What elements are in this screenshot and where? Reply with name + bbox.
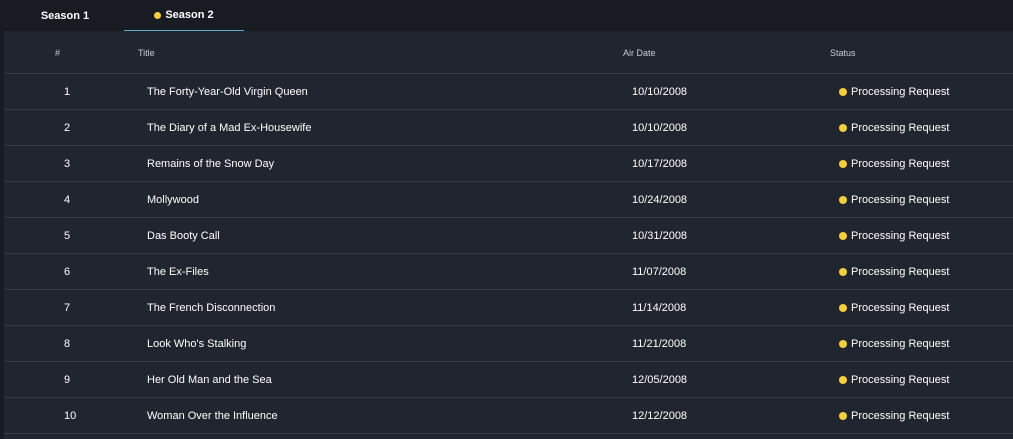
episode-number: 5 (64, 230, 71, 242)
episode-title: The French Disconnection (147, 302, 276, 314)
episodes-view: Season 1 Season 2 # Title Air Date Statu… (0, 0, 1013, 439)
episode-number: 7 (64, 302, 71, 314)
tab-season-2[interactable]: Season 2 (124, 0, 244, 31)
episode-air-date: 10/10/2008 (632, 122, 688, 134)
tab-label: Season 1 (40, 9, 90, 22)
column-header-status: Status (830, 48, 856, 58)
status-dot-icon (839, 124, 847, 132)
status-text: Processing Request (851, 302, 950, 314)
episode-title: The Ex-Files (147, 266, 209, 278)
status-dot-icon (839, 268, 847, 276)
episode-number: 10 (64, 410, 77, 422)
table-row[interactable]: 7 The French Disconnection 11/14/2008 Proce… (4, 290, 1013, 326)
table-row[interactable]: 1 The Forty-Year-Old Virgin Queen 10/10/20… (4, 74, 1013, 110)
episode-number: 2 (64, 122, 71, 134)
episode-number: 9 (64, 374, 71, 386)
table-row[interactable]: 2 The Diary of a Mad Ex-Housewife 10/10/20… (4, 110, 1013, 146)
episode-status: Processing Request (839, 362, 949, 398)
status-dot-icon (154, 11, 162, 19)
table-row[interactable]: 6 The Ex-Files 11/07/2008 Processing Reques… (4, 254, 1013, 290)
episode-air-date: 10/31/2008 (632, 230, 688, 242)
status-dot-icon (839, 232, 847, 240)
status-dot-icon (839, 376, 847, 384)
status-text: Processing Request (851, 86, 950, 98)
status-text: Processing Request (851, 374, 950, 386)
table-header: # Title Air Date Status (4, 31, 1013, 74)
status-text: Processing Request (851, 158, 950, 170)
episode-status: Processing Request (839, 326, 949, 362)
season-tabs: Season 1 Season 2 (0, 0, 1013, 31)
episode-title: Her Old Man and the Sea (147, 374, 272, 386)
episode-number: 6 (64, 266, 71, 278)
episode-number: 1 (64, 86, 71, 98)
episode-title: Remains of the Snow Day (147, 158, 275, 170)
episode-air-date: 11/21/2008 (632, 338, 687, 350)
episode-number: 4 (64, 194, 71, 206)
column-header-air-date: Air Date (623, 48, 656, 58)
status-text: Processing Request (851, 338, 950, 350)
episodes-table: # Title Air Date Status 1 The Forty-Year-… (4, 31, 1013, 439)
episode-air-date: 10/10/2008 (632, 86, 688, 98)
episode-status: Processing Request (839, 146, 949, 182)
status-dot-icon (839, 160, 847, 168)
status-text: Processing Request (851, 410, 950, 422)
episode-air-date: 11/14/2008 (632, 302, 687, 314)
column-header-number: # (55, 48, 61, 58)
status-text: Processing Request (851, 230, 950, 242)
table-row[interactable]: 8 Look Who's Stalking 11/21/2008 Processing… (4, 326, 1013, 362)
table-row[interactable]: 4 Mollywood 10/24/2008 Processing Request (4, 182, 1013, 218)
episode-status: Processing Request (839, 74, 949, 110)
episode-air-date: 12/05/2008 (632, 374, 688, 386)
table-row[interactable]: 10 Woman Over the Influence 12/12/2008 Proc… (4, 398, 1013, 434)
episode-status: Processing Request (839, 254, 949, 290)
episode-air-date: 10/24/2008 (632, 194, 688, 206)
episode-number: 8 (64, 338, 71, 350)
episode-title: The Diary of a Mad Ex-Housewife (147, 122, 312, 134)
status-text: Processing Request (851, 122, 950, 134)
status-dot-icon (839, 88, 847, 96)
episode-status: Processing Request (839, 398, 949, 434)
status-dot-icon (839, 340, 847, 348)
episode-status: Processing Request (839, 110, 949, 146)
table-row[interactable]: 9 Her Old Man and the Sea 12/05/2008 Proces… (4, 362, 1013, 398)
table-row[interactable]: 3 Remains of the Snow Day 10/17/2008 Proces… (4, 146, 1013, 182)
status-text: Processing Request (851, 194, 950, 206)
tab-season-1[interactable]: Season 1 (6, 0, 124, 31)
episode-number: 3 (64, 158, 71, 170)
episode-title: Look Who's Stalking (147, 338, 247, 350)
episode-title: Das Booty Call (147, 230, 220, 242)
episode-status: Processing Request (839, 218, 949, 254)
status-text: Processing Request (851, 266, 950, 278)
tab-label: Season 2 (165, 9, 214, 21)
episode-air-date: 10/17/2008 (632, 158, 688, 170)
table-row[interactable]: 5 Das Booty Call 10/31/2008 Processing Requ… (4, 218, 1013, 254)
status-dot-icon (839, 196, 847, 204)
column-header-title: Title (138, 48, 155, 58)
status-dot-icon (839, 304, 847, 312)
episode-title: Mollywood (147, 194, 199, 206)
episode-status: Processing Request (839, 290, 949, 326)
episode-air-date: 11/07/2008 (632, 266, 687, 278)
status-dot-icon (839, 412, 847, 420)
episode-title: The Forty-Year-Old Virgin Queen (147, 86, 308, 98)
episode-air-date: 12/12/2008 (632, 410, 688, 422)
episode-title: Woman Over the Influence (147, 410, 278, 422)
episode-status: Processing Request (839, 182, 949, 218)
